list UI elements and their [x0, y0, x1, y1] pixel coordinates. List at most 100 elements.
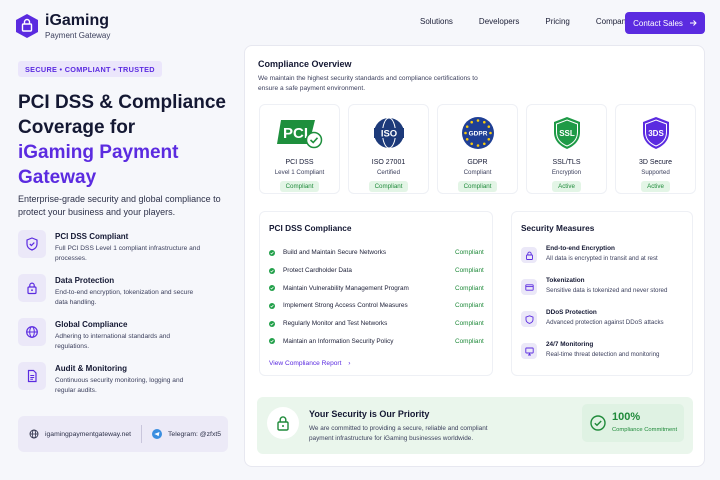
top-nav: Solutions Developers Pricing Company: [420, 17, 656, 26]
security-priority-banner: Your Security is Our Priority We are com…: [257, 397, 693, 454]
card-icon: [521, 279, 537, 295]
globe-icon: [18, 318, 46, 346]
svg-text:ISO: ISO: [380, 129, 396, 140]
check-icon: [269, 338, 275, 345]
status-text: Compliant: [455, 249, 484, 257]
iso-logo-icon: ISO: [372, 113, 406, 153]
globe-icon: [29, 429, 39, 439]
list-item: End-to-end Encryption All data is encrypt…: [521, 245, 667, 277]
feature-title: Audit & Monitoring: [55, 364, 127, 373]
status-badge: Compliant: [368, 181, 409, 192]
cert-card-gdpr: GDPR GDPR Compliant Compliant: [437, 104, 518, 194]
feature-desc: Continuous security monitoring, logging …: [55, 377, 184, 394]
cert-sub: Level 1 Compliant: [274, 169, 325, 176]
requirement-label: Protect Cardholder Data: [283, 267, 352, 275]
status-badge: Compliant: [457, 181, 498, 192]
status-badge: Active: [641, 181, 670, 192]
lock-icon: [267, 407, 299, 439]
cert-name: PCI DSS: [285, 159, 314, 166]
check-icon: [269, 285, 275, 292]
document-icon: [18, 362, 46, 390]
pci-section-title: PCI DSS Compliance: [269, 223, 352, 233]
chevron-right-icon: ›: [348, 360, 351, 367]
feature-desc: Adhering to international standards and …: [55, 333, 171, 350]
website-link[interactable]: igamingpaymentgateway.net: [29, 429, 131, 439]
overview-description: We maintain the highest security standar…: [258, 75, 478, 92]
list-item: Protect Cardholder Data Compliant: [269, 262, 487, 280]
telegram-text: Telegram: @zfxt5: [168, 430, 222, 438]
security-measures-card: Security Measures End-to-end Encryption A…: [511, 211, 693, 376]
feature-pci: PCI DSS Compliant Full PCI DSS Level 1 c…: [18, 230, 228, 274]
requirement-label: Regularly Monitor and Test Networks: [283, 320, 388, 328]
svg-text:SSL: SSL: [559, 129, 575, 138]
cert-name: SSL/TLS: [552, 159, 581, 166]
monitor-icon: [521, 343, 537, 359]
requirement-label: Implement Strong Access Control Measures: [283, 302, 408, 310]
hero-title-line2: Coverage for: [18, 117, 136, 138]
pci-requirement-list: Build and Maintain Secure Networks Compli…: [269, 244, 487, 350]
status-badge: Compliant: [279, 181, 320, 192]
list-item: 24/7 Monitoring Real-time threat detectio…: [521, 341, 667, 373]
measure-desc: Sensitive data is tokenized and never st…: [546, 287, 668, 294]
status-text: Compliant: [455, 320, 484, 328]
hero-description: Enterprise-grade security and global com…: [18, 194, 221, 217]
feature-desc: Full PCI DSS Level 1 compliant infrastru…: [55, 245, 201, 262]
brand-logo[interactable]: iGaming Payment Gateway: [15, 12, 110, 40]
shield-icon: [521, 311, 537, 327]
telegram-icon: [152, 429, 163, 439]
cert-card-pci: PCI PCI DSS Level 1 Compliant Compliant: [259, 104, 340, 194]
list-item: Tokenization Sensitive data is tokenized …: [521, 277, 667, 309]
commitment-stat: 100% Compliance Commitment: [582, 404, 684, 442]
trust-pill: SECURE • COMPLIANT • TRUSTED: [18, 61, 162, 77]
svg-text:3DS: 3DS: [648, 129, 664, 138]
measure-desc: Advanced protection against DDoS attacks: [546, 319, 664, 326]
lock-icon: [521, 247, 537, 263]
lock-icon: [18, 274, 46, 302]
list-item: DDoS Protection Advanced protection again…: [521, 309, 667, 341]
contact-divider: [141, 425, 143, 443]
measure-desc: All data is encrypted in transit and at …: [546, 255, 658, 262]
check-icon: [269, 302, 275, 309]
cert-card-ssl: SSL SSL/TLS Encryption Active: [526, 104, 607, 194]
feature-title: PCI DSS Compliant: [55, 232, 129, 241]
stat-label: Compliance Commitment: [612, 427, 678, 433]
nav-developers[interactable]: Developers: [479, 17, 519, 26]
measure-desc: Real-time threat detection and monitorin…: [546, 351, 660, 358]
feature-global: Global Compliance Adhering to internatio…: [18, 318, 228, 362]
status-text: Compliant: [455, 267, 484, 275]
cert-name: GDPR: [467, 159, 488, 166]
view-report-label: View Compliance Report: [269, 360, 342, 367]
telegram-link[interactable]: Telegram: @zfxt5: [152, 429, 221, 439]
priority-desc: We are committed to providing a secure, …: [309, 425, 488, 442]
status-badge: Active: [552, 181, 581, 192]
contact-bar: igamingpaymentgateway.net Telegram: @zfx…: [18, 416, 228, 452]
check-circle-icon: [590, 415, 606, 431]
cert-name: ISO 27001: [371, 159, 406, 166]
cert-card-3ds: 3DS 3D Secure Supported Active: [615, 104, 696, 194]
svg-text:PCI: PCI: [283, 125, 308, 142]
measure-name: End-to-end Encryption: [546, 245, 615, 252]
feature-desc: End-to-end encryption, tokenization and …: [55, 289, 194, 306]
website-text: igamingpaymentgateway.net: [45, 430, 132, 438]
feature-list: PCI DSS Compliant Full PCI DSS Level 1 c…: [18, 230, 228, 406]
hero-title-accent: iGaming Payment Gateway: [18, 142, 179, 188]
list-item: Regularly Monitor and Test Networks Compl…: [269, 315, 487, 333]
contact-sales-button[interactable]: Contact Sales: [625, 12, 705, 34]
pci-logo-icon: PCI: [276, 113, 323, 153]
priority-title: Your Security is Our Priority: [309, 409, 430, 419]
list-item: Maintain an Information Security Policy C…: [269, 332, 487, 350]
security-title: Security Measures: [521, 223, 595, 233]
nav-solutions[interactable]: Solutions: [420, 17, 453, 26]
nav-pricing[interactable]: Pricing: [545, 17, 569, 26]
view-report-link[interactable]: View Compliance Report ›: [269, 360, 351, 367]
feature-title: Global Compliance: [55, 320, 128, 329]
brand-name: iGaming: [45, 12, 110, 29]
requirement-label: Maintain Vulnerability Management Progra…: [283, 284, 409, 292]
feature-title: Data Protection: [55, 276, 115, 285]
list-item: Implement Strong Access Control Measures…: [269, 297, 487, 315]
list-item: Maintain Vulnerability Management Progra…: [269, 279, 487, 297]
cert-sub: Supported: [641, 169, 670, 176]
measure-name: DDoS Protection: [546, 309, 597, 316]
arrow-right-icon: [689, 20, 697, 26]
logo-hexagon-icon: [16, 14, 38, 38]
